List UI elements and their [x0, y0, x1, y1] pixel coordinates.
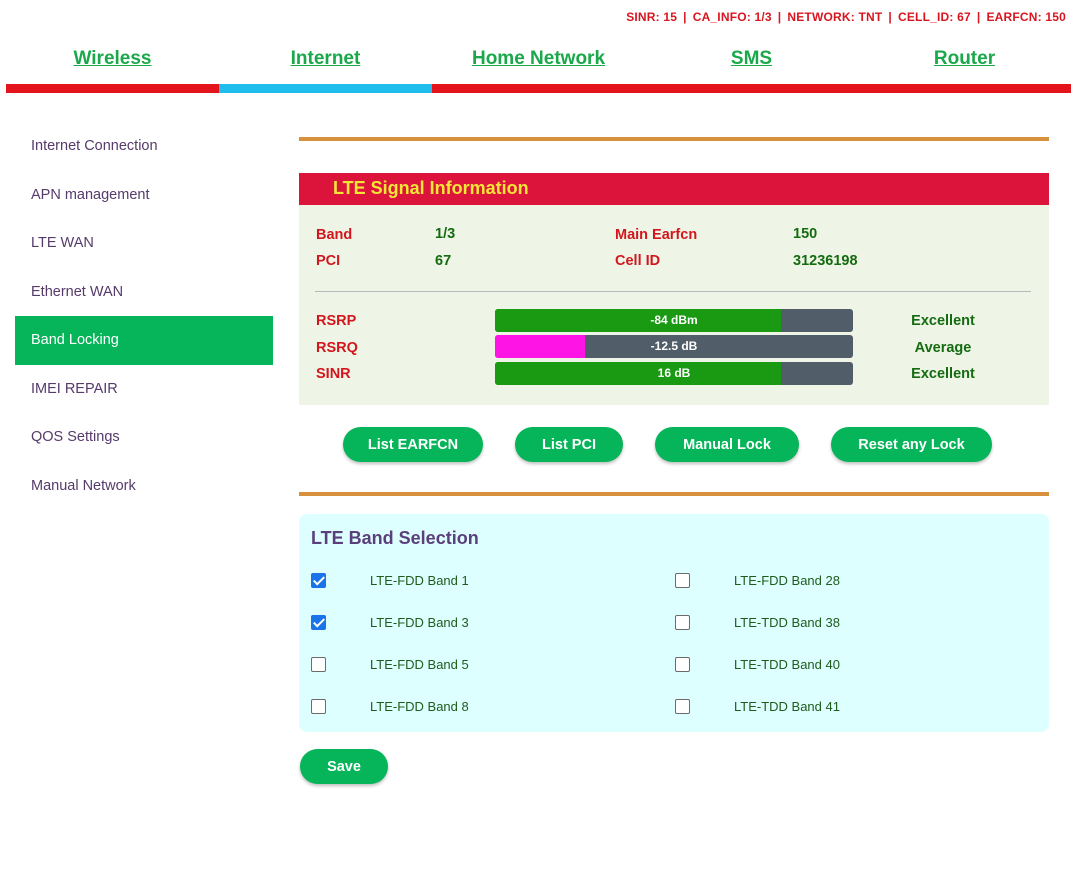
status-separator: | [888, 10, 892, 24]
status-cell-id: CELL_ID: 67 [897, 10, 971, 24]
pci-value: 67 [435, 253, 452, 269]
nav-link-home-network[interactable]: Home Network [472, 48, 605, 69]
nav-underline [6, 84, 219, 93]
main-earfcn-label: Main Earfcn [615, 227, 698, 243]
band-checkbox[interactable] [675, 657, 690, 672]
nav-underline [858, 84, 1071, 93]
status-separator: | [976, 10, 981, 24]
band-selection-panel: LTE Band Selection LTE-FDD Band 1 LTE-FD… [299, 514, 1049, 732]
signal-panel-title: LTE Signal Information [333, 178, 529, 198]
nav-link-wireless[interactable]: Wireless [74, 48, 152, 69]
sinr-label: SINR [316, 366, 351, 382]
band-label-fdd-8: LTE-FDD Band 8 [370, 699, 469, 714]
status-sinr: SINR: 15 [626, 10, 678, 24]
section-divider [299, 137, 1049, 141]
status-network: NETWORK: TNT [787, 10, 883, 24]
rsrq-quality: Average [914, 340, 972, 356]
sidebar-item-internet-connection[interactable]: Internet Connection [15, 122, 273, 171]
save-button[interactable]: Save [300, 749, 388, 784]
top-nav: Wireless Internet Home Network SMS Route… [6, 48, 1072, 94]
sidebar-item-imei-repair[interactable]: IMEI REPAIR [15, 365, 273, 414]
band-selection-title: LTE Band Selection [311, 528, 479, 548]
rsrp-label: RSRP [316, 313, 357, 329]
rsrq-meter-text: -12.5 dB [650, 339, 698, 353]
band-checkbox[interactable] [311, 573, 326, 588]
sidebar-item-lte-wan[interactable]: LTE WAN [15, 219, 273, 268]
nav-item-wireless[interactable]: Wireless [6, 48, 219, 70]
nav-underline-active [219, 84, 432, 93]
signal-panel-header: LTE Signal Information [299, 173, 1049, 205]
band-label-tdd-41: LTE-TDD Band 41 [734, 699, 840, 714]
nav-underline [645, 84, 858, 93]
sidebar-item-qos-settings[interactable]: QOS Settings [15, 413, 273, 462]
sinr-meter-text: 16 dB [657, 366, 691, 380]
band-label-fdd-3: LTE-FDD Band 3 [370, 615, 469, 630]
cell-id-value: 31236198 [793, 253, 858, 269]
rsrq-meter: -12.5 dB [495, 335, 853, 358]
status-earfcn: EARFCN: 150 [986, 10, 1066, 24]
list-earfcn-button[interactable]: List EARFCN [343, 427, 483, 462]
nav-item-sms[interactable]: SMS [645, 48, 858, 70]
sidebar: Internet Connection APN management LTE W… [15, 122, 273, 510]
main-earfcn-value: 150 [793, 226, 818, 242]
band-label-fdd-5: LTE-FDD Band 5 [370, 657, 469, 672]
reset-lock-button[interactable]: Reset any Lock [831, 427, 992, 462]
status-separator: | [777, 10, 782, 24]
sidebar-item-band-locking[interactable]: Band Locking [15, 316, 273, 365]
nav-item-home-network[interactable]: Home Network [432, 48, 645, 70]
band-checkbox[interactable] [311, 615, 326, 630]
nav-link-router[interactable]: Router [934, 48, 995, 69]
band-label-fdd-1: LTE-FDD Band 1 [370, 573, 469, 588]
nav-link-internet[interactable]: Internet [291, 48, 361, 69]
band-label-tdd-40: LTE-TDD Band 40 [734, 657, 840, 672]
band-label: Band [316, 227, 353, 243]
section-divider [299, 492, 1049, 496]
nav-item-router[interactable]: Router [858, 48, 1071, 70]
rsrq-label: RSRQ [316, 340, 358, 356]
status-ca-info: CA_INFO: 1/3 [692, 10, 772, 24]
rsrp-meter-text: -84 dBm [650, 313, 698, 327]
band-label-fdd-28: LTE-FDD Band 28 [734, 573, 840, 588]
band-label-tdd-38: LTE-TDD Band 38 [734, 615, 840, 630]
status-bar: SINR: 15 | CA_INFO: 1/3 | NETWORK: TNT | CELL_… [626, 10, 1066, 24]
list-pci-button[interactable]: List PCI [515, 427, 623, 462]
nav-item-internet[interactable]: Internet [219, 48, 432, 70]
signal-divider [315, 291, 1031, 292]
sidebar-item-apn-management[interactable]: APN management [15, 171, 273, 220]
rsrp-meter: -84 dBm [495, 309, 853, 332]
status-separator: | [683, 10, 687, 24]
pci-label: PCI [316, 253, 341, 269]
sinr-quality: Excellent [911, 366, 975, 382]
sinr-meter: 16 dB [495, 362, 853, 385]
band-value: 1/3 [435, 226, 456, 242]
sidebar-item-manual-network[interactable]: Manual Network [15, 462, 273, 511]
nav-underline [432, 84, 645, 93]
signal-panel: Band 1/3 Main Earfcn 150 PCI 67 Cell ID … [299, 205, 1049, 405]
band-checkbox[interactable] [311, 657, 326, 672]
band-checkbox[interactable] [675, 699, 690, 714]
band-checkbox[interactable] [311, 699, 326, 714]
band-checkbox[interactable] [675, 573, 690, 588]
band-checkbox[interactable] [675, 615, 690, 630]
rsrp-quality: Excellent [911, 313, 975, 329]
nav-link-sms[interactable]: SMS [731, 48, 772, 69]
manual-lock-button[interactable]: Manual Lock [655, 427, 799, 462]
cell-id-label: Cell ID [615, 253, 661, 269]
sidebar-item-ethernet-wan[interactable]: Ethernet WAN [15, 268, 273, 317]
